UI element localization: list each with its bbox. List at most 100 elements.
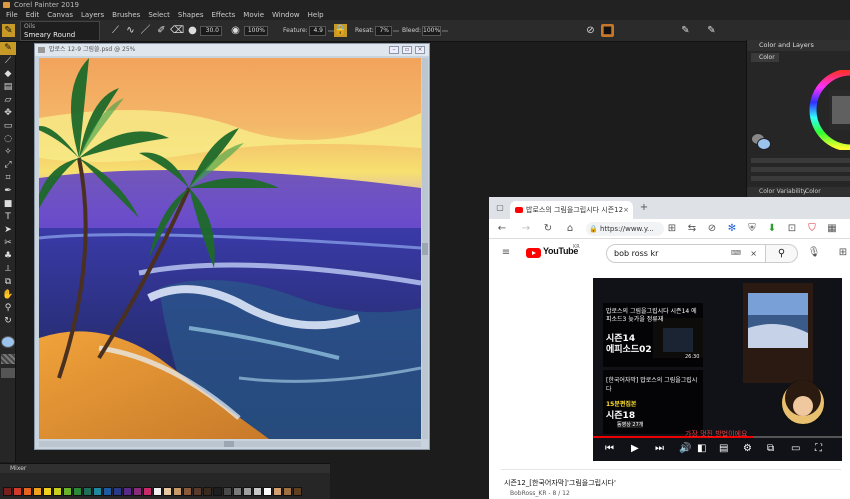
miniplayer-icon[interactable]: ◧ [697, 443, 706, 454]
move-icon[interactable]: ✥ [0, 107, 16, 120]
color-swatch[interactable] [153, 487, 162, 496]
color-swatch[interactable] [53, 487, 62, 496]
lasso-icon[interactable]: ◌ [0, 133, 16, 146]
playlist-meta[interactable]: BobRoss_KR - 8 / 12 [510, 490, 570, 497]
menu-edit[interactable]: Edit [22, 10, 44, 20]
horizontal-scroll-thumb[interactable] [224, 441, 234, 447]
color-swatch[interactable] [133, 487, 142, 496]
color-swatch[interactable] [83, 487, 92, 496]
settings-gear-icon[interactable]: ⚙ [743, 443, 752, 454]
close-button[interactable]: × [415, 46, 425, 54]
color-swatch[interactable] [73, 487, 82, 496]
menu-shapes[interactable]: Shapes [174, 10, 208, 20]
selector-icon[interactable]: ➤ [0, 224, 16, 237]
download-icon[interactable]: ⬇ [765, 222, 779, 236]
search-button[interactable]: ⚲ [766, 244, 798, 263]
resat-field[interactable]: 7% [375, 26, 392, 36]
captions-icon[interactable]: ▤ [719, 443, 728, 454]
color-swatch[interactable] [43, 487, 52, 496]
color-swatch[interactable] [213, 487, 222, 496]
youtube-search-input[interactable]: bob ross kr ⌨ × [606, 244, 766, 263]
primary-color-chip[interactable] [757, 138, 771, 150]
youtube-logo-icon[interactable] [526, 248, 541, 258]
freehand-icon[interactable]: ∿ [124, 24, 137, 37]
color-tab[interactable]: Color [751, 53, 779, 62]
hamburger-menu-icon[interactable]: ≡ [499, 246, 513, 260]
video-title[interactable]: 시즌12_[한국어자막]'그림을그립시다' [504, 478, 616, 488]
extension-lock-icon[interactable]: ⛨ [745, 222, 759, 236]
brush-size-field[interactable]: 30.0 [200, 26, 222, 36]
color-swatch[interactable] [233, 487, 242, 496]
brush-library-alt-icon[interactable]: ✎ [705, 24, 718, 37]
translate-icon[interactable]: ⇆ [685, 222, 699, 236]
color-swatch[interactable] [3, 487, 12, 496]
pressure-icon[interactable]: ✐ [155, 24, 168, 37]
menu-layers[interactable]: Layers [77, 10, 108, 20]
color-swatch[interactable] [143, 487, 152, 496]
new-tab-icon[interactable]: + [637, 201, 651, 215]
menu-movie[interactable]: Movie [239, 10, 268, 20]
forward-icon[interactable]: → [519, 222, 533, 236]
color-swatch[interactable] [23, 487, 32, 496]
next-icon[interactable]: ⏭ [655, 443, 664, 454]
fullscreen-icon[interactable]: ⛶ [815, 443, 822, 454]
block-icon[interactable]: ⊘ [705, 222, 719, 236]
video-player[interactable]: 밥로스의 그림을그립시다 시즌14 에피소드3 늦가을 정류재 시즌14 에피소… [593, 278, 842, 461]
brush-tool-icon[interactable]: ✎ [2, 24, 15, 37]
color-swatch[interactable] [173, 487, 182, 496]
rotate-icon[interactable]: ↻ [0, 315, 16, 328]
back-icon[interactable]: ← [495, 222, 509, 236]
extension-app-icon[interactable]: ▦ [825, 222, 839, 236]
browser-tab[interactable]: 밥로스의 그림을그립시다 시즌12 × [510, 201, 633, 219]
brush-library-icon[interactable]: ✎ [679, 24, 692, 37]
menu-select[interactable]: Select [144, 10, 174, 20]
perspective-icon[interactable]: ⟂ [0, 263, 16, 276]
picture-in-picture-icon[interactable]: ⧉ [767, 443, 774, 454]
previous-icon[interactable]: ⏮ [605, 443, 614, 454]
color-variability-tab[interactable]: Color Variability [759, 187, 806, 197]
paper-texture-chip[interactable] [1, 354, 15, 364]
lock-icon[interactable]: 🔒 [334, 24, 347, 37]
playlist-card-1-title[interactable]: 밥로스의 그림을그립시다 시즌14 에피소드3 늦가을 정류재 [606, 308, 701, 324]
zoom-icon[interactable]: ⚲ [0, 302, 16, 315]
brush-selector[interactable]: Oils Smeary Round [20, 21, 100, 41]
menu-window[interactable]: Window [268, 10, 304, 20]
grid-icon[interactable]: ⊞ [665, 222, 679, 236]
stamp-icon[interactable]: ♣ [0, 250, 16, 263]
color-swatch[interactable] [243, 487, 252, 496]
canvas-window-titlebar[interactable]: 밥로스 12-9 그림쓸.psd @ 25% – ▫ × [35, 44, 429, 56]
create-video-icon[interactable]: ⊞ [836, 246, 850, 260]
main-color-chip[interactable] [1, 336, 15, 348]
canvas-vertical-scrollbar[interactable] [422, 58, 428, 439]
color-swatch[interactable] [263, 487, 272, 496]
color-swatch[interactable] [103, 487, 112, 496]
feature-field[interactable]: 4.9 [309, 26, 326, 36]
pocket-icon[interactable]: ⛉ [805, 222, 819, 236]
playlist-card-2-title[interactable]: [한국어자막] 밥로스의 그림을그립시다 [606, 375, 701, 393]
color-swatch[interactable] [283, 487, 292, 496]
mirror-icon[interactable]: ⧉ [0, 276, 16, 289]
bleed-slider[interactable] [442, 30, 448, 32]
pen-icon[interactable]: ✒ [0, 185, 16, 198]
color-swatch[interactable] [113, 487, 122, 496]
opacity-field[interactable]: 100% [244, 26, 268, 36]
color-swatch[interactable] [193, 487, 202, 496]
brush-stroke-icon[interactable]: ⟋ [109, 24, 122, 37]
maximize-button[interactable]: ▫ [402, 46, 412, 54]
brush-icon[interactable]: ✎ [0, 42, 16, 55]
menu-brushes[interactable]: Brushes [108, 10, 144, 20]
magic-wand-icon[interactable]: ✧ [0, 146, 16, 159]
color-swatch[interactable] [163, 487, 172, 496]
rect-select-icon[interactable]: ▭ [0, 120, 16, 133]
palette-knife-icon[interactable]: ⊘ [584, 24, 597, 37]
saturation-slider[interactable] [751, 167, 850, 172]
menu-canvas[interactable]: Canvas [43, 10, 77, 20]
menu-effects[interactable]: Effects [208, 10, 240, 20]
theater-mode-icon[interactable]: ▭ [791, 443, 800, 454]
color-swatch[interactable] [93, 487, 102, 496]
transform-icon[interactable]: ⤢ [0, 159, 16, 172]
color-swatch[interactable] [223, 487, 232, 496]
color-swatch[interactable] [33, 487, 42, 496]
crop-icon[interactable]: ⌗ [0, 172, 16, 185]
paint-bucket-icon[interactable]: ◆ [0, 68, 16, 81]
